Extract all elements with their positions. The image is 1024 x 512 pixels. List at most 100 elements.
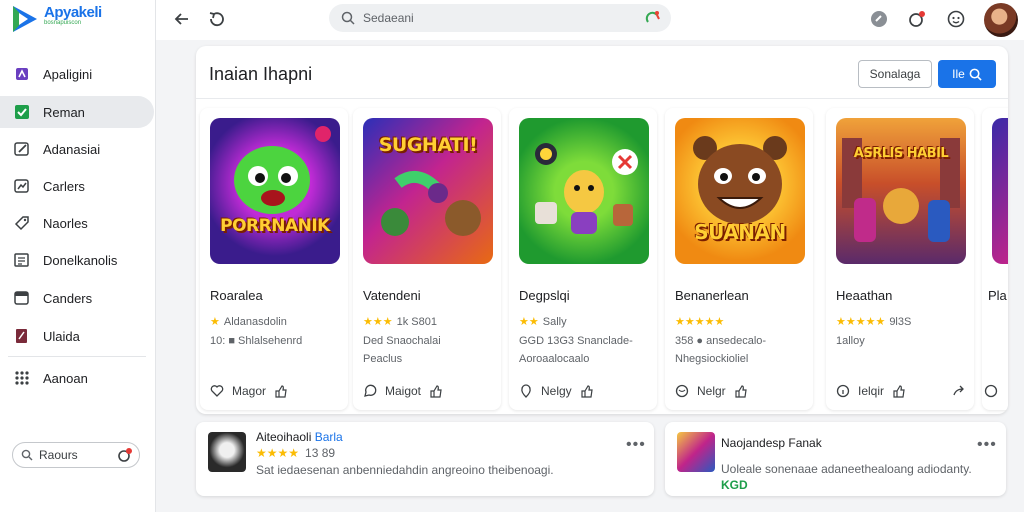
app-title: Pla <box>988 288 1007 303</box>
search-icon <box>341 11 355 25</box>
app-meta: 10: ■ Shlalsehenrd <box>210 335 303 347</box>
app-thumbnail: SUGHATI! <box>363 118 493 264</box>
play-logo-icon <box>10 4 40 34</box>
app-title: Benanerlean <box>675 288 749 303</box>
sidebar-item-label: Canders <box>43 290 93 306</box>
app-card[interactable]: ASRLIS HABIL Heaathan ★★★★★ 9l3S 1alloy … <box>826 108 974 410</box>
list-item-badge: KGD <box>721 478 748 492</box>
globe-icon[interactable] <box>675 384 689 398</box>
rating-stars: ★★★★★ <box>675 316 725 328</box>
card-action-label[interactable]: Magor <box>232 384 266 398</box>
heart-icon[interactable] <box>210 384 224 398</box>
featured-panel: Inaian Ihapni Sonalaga Ile PORRNANIK Roa… <box>196 46 1008 414</box>
sidebar-item-label: Donelkanolis <box>43 252 118 268</box>
app-meta: Ded Snaochalai <box>363 335 441 347</box>
more-options-icon[interactable]: ••• <box>626 436 646 454</box>
sidebar-item-adanasiai[interactable]: Adanasiai <box>0 133 154 165</box>
list-item-description: Uoleale sonenaae adaneethealoang adiodan… <box>721 462 972 476</box>
sidebar-item-donelkanolis[interactable]: Donelkanolis <box>0 244 154 276</box>
rating-stars: ★★★★★ <box>836 316 886 328</box>
app-title: Vatendeni <box>363 288 421 303</box>
app-thumbnail <box>519 118 649 264</box>
apps-icon <box>14 66 30 82</box>
grid-icon <box>14 370 30 386</box>
app-rating: ★★★★★ <box>675 315 728 328</box>
sidebar-divider <box>8 356 146 357</box>
app-thumbnail: ASRLIS HABIL <box>836 118 966 264</box>
search-input[interactable]: Sedaeani <box>329 4 671 32</box>
app-thumbnail <box>992 118 1008 264</box>
location-icon[interactable] <box>519 384 533 398</box>
sidebar-item-label: Carlers <box>43 178 85 194</box>
calendar-icon <box>14 290 30 306</box>
edit-icon <box>14 141 30 157</box>
list-item-description: Sat iedaesenan anbenniedahdin angreoino … <box>256 463 554 477</box>
notifications-icon[interactable] <box>906 8 928 30</box>
like-icon[interactable] <box>734 384 748 398</box>
list-item[interactable]: Aiteoihaoli Barla ★★★★ 13 89 Sat iedaese… <box>196 422 654 496</box>
app-card[interactable]: SUANAN Benanerlean ★★★★★ 358 ● ansedecal… <box>665 108 813 410</box>
rating-text: 9l3S <box>889 315 912 328</box>
check-icon <box>14 104 30 120</box>
sidebar-item-naorles[interactable]: Naorles <box>0 207 154 239</box>
sidebar-item-apps[interactable]: Apaligini <box>0 58 154 90</box>
tag-icon <box>14 215 30 231</box>
user-avatar[interactable] <box>984 3 1018 37</box>
card-action-label[interactable]: Nelgr <box>697 384 726 398</box>
thumbnail-caption: ASRLIS HABIL <box>853 146 949 161</box>
app-card[interactable]: Degpslqi ★★ Sally GGD 13G3 Snanclade- Ao… <box>509 108 657 410</box>
more-options-icon[interactable]: ••• <box>977 436 997 454</box>
thumbnail-caption: SUANAN <box>694 220 786 244</box>
more-circle-icon[interactable] <box>984 384 998 398</box>
app-title: Degpslqi <box>519 288 570 303</box>
help-icon[interactable] <box>868 8 890 30</box>
app-meta-secondary: Nhegsiockioliel <box>675 353 749 365</box>
app-card[interactable]: SUGHATI! Vatendeni ★★★ 1k S801 Ded Snaoc… <box>353 108 501 410</box>
rating-text: Aldanasdolin <box>223 315 287 328</box>
sidebar-item-carlers[interactable]: Carlers <box>0 170 154 202</box>
rating-stars: ★★ <box>519 316 539 328</box>
list-item-thumbnail <box>677 432 715 472</box>
panel-divider <box>196 98 1008 99</box>
primary-search-button[interactable]: Ile <box>938 60 996 88</box>
info-icon[interactable] <box>836 384 850 398</box>
list-item-title: Aiteoihaoli Barla <box>256 430 343 444</box>
sidebar-item-reman[interactable]: Reman <box>0 96 154 128</box>
like-icon[interactable] <box>274 384 288 398</box>
voice-search-icon[interactable] <box>645 10 661 29</box>
card-actions: Ielqir <box>836 384 906 398</box>
share-icon[interactable] <box>363 384 377 398</box>
chart-icon <box>14 178 30 194</box>
app-card[interactable]: Pla <box>953 108 1008 410</box>
like-icon[interactable] <box>580 384 594 398</box>
notification-icon[interactable] <box>117 447 133 466</box>
card-action-label[interactable]: Maigot <box>385 384 421 398</box>
app-title: Roaralea <box>210 288 263 303</box>
sidebar-item-canders[interactable]: Canders <box>0 282 154 314</box>
like-icon[interactable] <box>892 384 906 398</box>
app-rating: ★★★★★ 9l3S <box>836 315 912 329</box>
back-arrow-icon[interactable] <box>171 8 193 30</box>
like-icon[interactable] <box>429 384 443 398</box>
list-item-thumbnail <box>208 432 246 472</box>
sidebar-item-aanoan[interactable]: Aanoan <box>0 362 154 394</box>
secondary-button[interactable]: Sonalaga <box>858 60 932 88</box>
rating-text: Sally <box>542 315 567 328</box>
search-placeholder: Sedaeani <box>363 11 414 25</box>
card-actions: Nelgr <box>675 384 748 398</box>
sidebar-search-placeholder: Raours <box>39 448 78 462</box>
app-card[interactable]: PORRNANIK Roaralea ★ Aldanasdolin 10: ■ … <box>200 108 348 410</box>
sidebar-search-input[interactable]: Raours <box>12 442 140 468</box>
card-action-label[interactable]: Nelgy <box>541 384 572 398</box>
sidebar-item-label: Ulaida <box>43 328 80 344</box>
app-logo[interactable]: Apyakeli bosnapuiscon <box>10 4 102 34</box>
list-item[interactable]: Naojandesp Fanak Uoleale sonenaae adanee… <box>665 422 1006 496</box>
card-action-label[interactable]: Ielqir <box>858 384 884 398</box>
book-icon <box>14 328 30 344</box>
rating-stars: ★ <box>210 316 220 328</box>
sidebar-item-ulaida[interactable]: Ulaida <box>0 320 154 352</box>
list-item-title-text: Aiteoihaoli <box>256 430 312 444</box>
refresh-icon[interactable] <box>206 8 228 30</box>
share-arrow-icon[interactable] <box>952 384 966 398</box>
account-settings-icon[interactable] <box>945 8 967 30</box>
